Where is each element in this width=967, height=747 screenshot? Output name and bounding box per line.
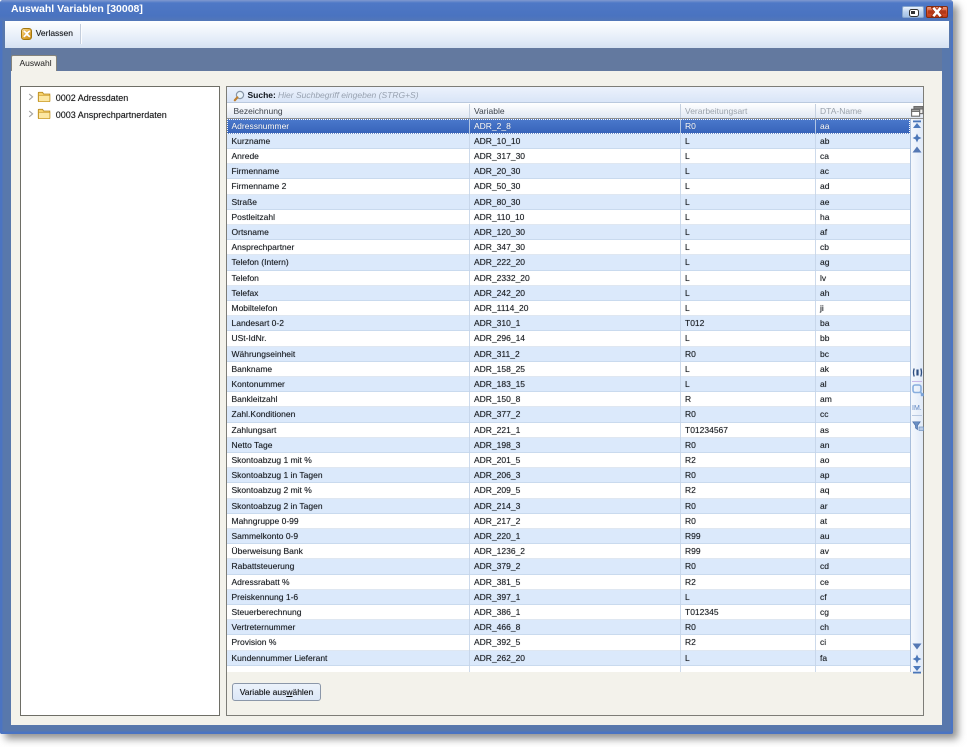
svg-text:IM.: IM. (912, 405, 922, 411)
